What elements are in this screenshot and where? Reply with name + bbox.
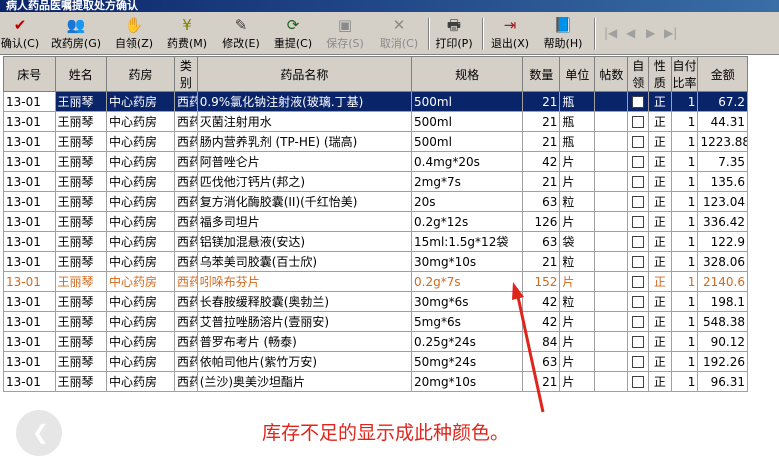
back-button[interactable]: ❮	[16, 410, 62, 456]
annotation-arrow	[512, 282, 545, 413]
annotation-text: 库存不足的显示成此种颜色。	[262, 422, 510, 444]
chevron-left-icon: ❮	[32, 420, 49, 444]
